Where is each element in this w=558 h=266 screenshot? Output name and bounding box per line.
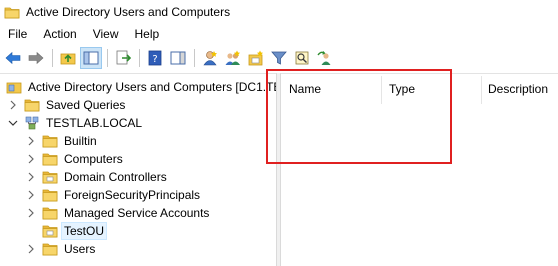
column-header-description[interactable]: Description [488,82,548,96]
folder-up-icon [60,53,76,65]
folder-icon [42,207,58,220]
export-list-button[interactable] [112,47,134,69]
find-icon [295,51,309,65]
folder-icon [42,153,58,166]
ou-folder-icon [42,225,58,238]
tree-node-builtin[interactable]: Builtin [26,132,99,150]
up-one-level-button[interactable] [57,47,79,69]
folder-icon [24,99,40,112]
new-ou-icon [248,50,263,66]
toolbar-separator [194,49,195,67]
tree-label-users: Users [64,242,96,256]
find-button[interactable] [291,47,313,69]
toolbar-separator [107,49,108,67]
tree-node-domain-controllers[interactable]: Domain Controllers [26,168,169,186]
filter-button[interactable] [268,47,290,69]
forward-arrow-icon [28,51,44,65]
chevron-right-icon[interactable] [26,154,36,164]
tree-label-saved-queries: Saved Queries [46,98,126,112]
show-action-pane-button[interactable] [167,47,189,69]
tree-label-testou: TestOU [60,222,108,240]
filter-icon [271,51,287,65]
tree-node-domain[interactable]: TESTLAB.LOCAL [8,114,144,132]
toolbar-separator [139,49,140,67]
tree-node-testou[interactable]: TestOU [42,222,108,240]
folder-icon [42,189,58,202]
show-hide-console-tree-button[interactable] [80,47,102,69]
create-ou-button[interactable] [245,47,267,69]
folder-icon [42,135,58,148]
tree-node-managed-service-accounts[interactable]: Managed Service Accounts [26,204,211,222]
tree-label-computers: Computers [64,152,123,166]
ou-folder-icon [42,171,58,184]
tree-label-domain-controllers: Domain Controllers [64,170,167,184]
chevron-right-icon[interactable] [26,208,36,218]
title-bar: Active Directory Users and Computers [0,0,558,24]
chevron-right-icon[interactable] [26,136,36,146]
tree-label-foreign-security-principals: ForeignSecurityPrincipals [64,188,201,202]
highlight-annotation-box [266,69,452,164]
tree-label-builtin: Builtin [64,134,97,148]
chevron-down-icon[interactable] [8,118,18,128]
tree-node-users[interactable]: Users [26,240,97,258]
menu-action[interactable]: Action [35,27,84,41]
menu-bar: File Action View Help [0,24,558,44]
export-list-icon [116,50,131,65]
svg-text:?: ? [152,54,157,65]
add-to-group-button[interactable] [314,47,336,69]
tree-label-managed-service-accounts: Managed Service Accounts [64,206,210,220]
chevron-right-icon[interactable] [8,100,18,110]
back-button[interactable] [2,47,24,69]
aduc-app-icon [4,7,20,19]
add-to-group-icon [317,51,331,65]
console-tree[interactable]: Active Directory Users and Computers [DC… [0,73,276,266]
help-icon: ? [148,50,162,66]
menu-file[interactable]: File [0,27,35,41]
tree-label-domain: TESTLAB.LOCAL [46,116,143,130]
menu-help[interactable]: Help [127,27,168,41]
tree-node-root[interactable]: Active Directory Users and Computers [DC… [6,78,276,96]
new-user-icon [203,51,217,66]
chevron-right-icon[interactable] [26,244,36,254]
chevron-right-icon[interactable] [26,190,36,200]
aduc-root-icon [6,82,22,94]
tree-node-saved-queries[interactable]: Saved Queries [8,96,127,114]
domain-icon [25,116,39,130]
window-title: Active Directory Users and Computers [26,5,231,19]
console-tree-icon [83,51,99,65]
create-user-button[interactable] [199,47,221,69]
new-group-icon [225,50,240,65]
tree-root-label: Active Directory Users and Computers [DC… [28,80,276,94]
menu-view[interactable]: View [85,27,127,41]
folder-icon [42,243,58,256]
tree-node-computers[interactable]: Computers [26,150,125,168]
column-divider[interactable] [481,76,482,104]
tree-node-foreign-security-principals[interactable]: ForeignSecurityPrincipals [26,186,202,204]
create-group-button[interactable] [222,47,244,69]
action-pane-icon [170,51,186,65]
chevron-right-icon[interactable] [26,172,36,182]
forward-button[interactable] [25,47,47,69]
back-arrow-icon [5,51,21,65]
toolbar: ? [0,45,558,71]
help-button[interactable]: ? [144,47,166,69]
toolbar-separator [52,49,53,67]
